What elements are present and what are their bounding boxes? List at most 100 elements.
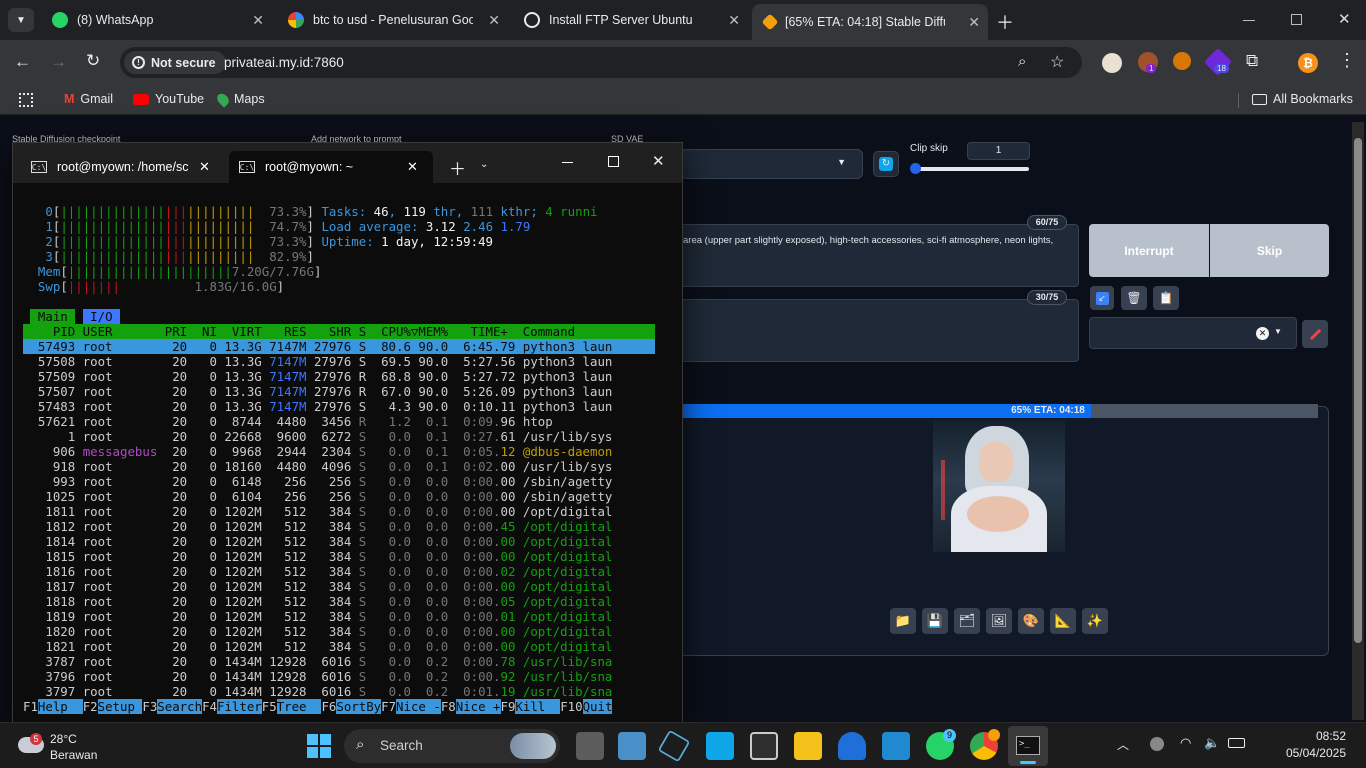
clear-prompt-button[interactable]: 🗑 (1121, 286, 1147, 310)
terminal-taskbar-active[interactable]: >_ (1008, 726, 1048, 766)
open-folder-button[interactable]: 📁 (890, 608, 916, 634)
all-bookmarks[interactable]: All Bookmarks (1252, 92, 1353, 106)
function-key-label[interactable]: Nice + (455, 699, 501, 714)
chevron-up-icon[interactable]: ︿ (1117, 736, 1129, 753)
styles-dropdown[interactable]: ✕ ▼ (1089, 317, 1297, 349)
table-row[interactable]: 3796 root 20 0 1434M 12928 6016 S 0.0 0.… (23, 669, 655, 684)
tab-whatsapp[interactable]: (8) WhatsApp ✕ (40, 6, 272, 34)
clear-selection-icon[interactable]: ✕ (1256, 327, 1269, 340)
function-key-f3[interactable]: F3 (142, 699, 157, 714)
close-tab-icon[interactable]: ✕ (488, 12, 500, 29)
tab-main[interactable]: Main (30, 309, 76, 324)
extensions-puzzle-icon[interactable]: ⧉ (1246, 51, 1258, 71)
tab-search-button[interactable]: ▼ (8, 8, 34, 32)
table-row[interactable]: 1025 root 20 0 6104 256 256 S 0.0 0.0 0:… (23, 489, 655, 504)
bitcoin-profile-icon[interactable]: ₿ (1298, 53, 1318, 73)
table-row[interactable]: 57507 root 20 0 13.3G 7147M 27976 R 67.0… (23, 384, 655, 399)
clock-time[interactable]: 08:52 (1290, 729, 1346, 743)
table-row[interactable]: 57621 root 20 0 8744 4480 3456 R 1.2 0.1… (23, 414, 655, 429)
table-row[interactable]: 918 root 20 0 18160 4480 4096 S 0.0 0.1 … (23, 459, 655, 474)
terminal-maximize-button[interactable] (608, 156, 619, 167)
table-row[interactable]: 57483 root 20 0 13.3G 7147M 27976 S 4.3 … (23, 399, 655, 414)
table-row[interactable]: 57509 root 20 0 13.3G 7147M 27976 R 68.8… (23, 369, 655, 384)
function-key-label[interactable]: Setup (97, 699, 143, 714)
table-row[interactable]: 1820 root 20 0 1202M 512 384 S 0.0 0.0 0… (23, 624, 655, 639)
tab-google-search[interactable]: btc to usd - Penelusuran Google ✕ (276, 6, 508, 34)
close-tab-icon[interactable]: ✕ (968, 14, 980, 31)
function-key-label[interactable]: Quit (582, 699, 613, 714)
function-key-label[interactable]: Nice - (396, 699, 441, 714)
function-key-label[interactable]: Tree (276, 699, 322, 714)
function-key-label[interactable]: SortBy (336, 699, 382, 714)
paste-params-button[interactable]: ↙ (1090, 286, 1114, 310)
zip-button[interactable]: 🗂 (954, 608, 980, 634)
function-key-label[interactable]: Help (37, 699, 83, 714)
function-key-f6[interactable]: F6 (321, 699, 336, 714)
close-tab-icon[interactable]: ✕ (728, 12, 740, 29)
prompt-textarea[interactable]: area (upper part slightly exposed), high… (678, 224, 1079, 287)
close-tab-icon[interactable]: ✕ (407, 159, 418, 175)
table-row[interactable]: 3797 root 20 0 1434M 12928 6016 S 0.0 0.… (23, 684, 655, 699)
function-key-f9[interactable]: F9 (501, 699, 516, 714)
back-arrow-icon[interactable]: ← (14, 52, 31, 72)
url-text[interactable]: privateai.my.id:7860 (224, 55, 344, 70)
taskbar-search-box[interactable]: ⌕ Search (344, 729, 560, 763)
function-key-f5[interactable]: F5 (262, 699, 277, 714)
table-row[interactable]: 1816 root 20 0 1202M 512 384 S 0.0 0.0 0… (23, 564, 655, 579)
function-key-f7[interactable]: F7 (381, 699, 396, 714)
edit-styles-button[interactable] (1302, 320, 1328, 348)
terminal-close-button[interactable]: ✕ (652, 152, 665, 170)
table-row[interactable]: 1815 root 20 0 1202M 512 384 S 0.0 0.0 0… (23, 549, 655, 564)
minimize-window-button[interactable] (1243, 20, 1255, 21)
send-to-img2img-button[interactable]: 🖼 (986, 608, 1012, 634)
table-row[interactable]: 1818 root 20 0 1202M 512 384 S 0.0 0.0 0… (23, 594, 655, 609)
forward-arrow-icon[interactable]: → (50, 52, 67, 72)
interrupt-button[interactable]: Interrupt (1089, 224, 1209, 277)
close-tab-icon[interactable]: ✕ (252, 12, 264, 29)
table-row[interactable]: 1812 root 20 0 1202M 512 384 S 0.0 0.0 0… (23, 519, 655, 534)
close-window-button[interactable]: ✕ (1338, 10, 1351, 28)
terminal-tab-1[interactable]: C:\ root@myown: /home/sc ✕ (21, 151, 226, 183)
function-key-label[interactable]: Kill (515, 699, 561, 714)
process-row-selected[interactable]: 57493 root 20 0 13.3G 7147M 27976 S 80.6… (23, 339, 655, 354)
not-secure-chip[interactable]: ! Not secure (124, 51, 226, 74)
menu-kebab-icon[interactable]: ⋮ (1338, 50, 1356, 71)
hires-fix-button[interactable]: ✨ (1082, 608, 1108, 634)
save-button[interactable]: 💾 (922, 608, 948, 634)
clip-skip-slider[interactable] (910, 163, 1029, 174)
zoom-search-icon[interactable]: ⌕ (1018, 53, 1026, 70)
clip-skip-input[interactable]: 1 (967, 142, 1030, 160)
refresh-vae-button[interactable]: ↻ (873, 151, 899, 177)
tab-io[interactable]: I/O (82, 309, 121, 324)
table-row[interactable]: 1 root 20 0 22668 9600 6272 S 0.0 0.1 0:… (23, 429, 655, 444)
power-automate-icon[interactable] (706, 732, 734, 760)
virtualbox-icon[interactable] (657, 729, 691, 763)
snipping-tool-icon[interactable] (750, 732, 778, 760)
task-view-icon[interactable] (576, 732, 604, 760)
network-app-icon[interactable] (838, 732, 866, 760)
send-to-inpaint-button[interactable]: 🎨 (1018, 608, 1044, 634)
process-table-header[interactable]: PID USER PRI NI VIRT RES SHR S CPU%▽MEM%… (23, 324, 655, 339)
function-key-label[interactable]: Search (157, 699, 203, 714)
vscode-icon[interactable] (882, 732, 910, 760)
volume-icon[interactable]: 🔈 (1204, 735, 1220, 751)
battery-icon[interactable] (1228, 738, 1245, 748)
slider-thumb[interactable] (910, 163, 921, 174)
dropdown-chevron-icon[interactable]: ⌄ (480, 159, 488, 170)
tab-ftp-ubuntu[interactable]: Install FTP Server Ubuntu ✕ (512, 6, 748, 34)
table-row[interactable]: 57508 root 20 0 13.3G 7147M 27976 S 69.5… (23, 354, 655, 369)
apps-grid-icon[interactable] (19, 93, 33, 107)
vae-dropdown[interactable]: ▼ (680, 149, 863, 179)
maximize-window-button[interactable] (1291, 14, 1302, 25)
table-row[interactable]: 3787 root 20 0 1434M 12928 6016 S 0.0 0.… (23, 654, 655, 669)
extension-icon-1[interactable] (1102, 53, 1122, 73)
reload-icon[interactable]: ↻ (86, 51, 100, 71)
table-row[interactable]: 1814 root 20 0 1202M 512 384 S 0.0 0.0 0… (23, 534, 655, 549)
page-scrollbar[interactable] (1352, 122, 1364, 720)
negative-prompt-textarea[interactable] (678, 299, 1079, 362)
live-preview-image[interactable] (933, 420, 1065, 552)
function-key-f2[interactable]: F2 (83, 699, 98, 714)
scrollbar-thumb[interactable] (1354, 138, 1362, 643)
new-tab-button[interactable]: ＋ (996, 9, 1014, 35)
table-row[interactable]: 906 messagebus 20 0 9968 2944 2304 S 0.0… (23, 444, 655, 459)
